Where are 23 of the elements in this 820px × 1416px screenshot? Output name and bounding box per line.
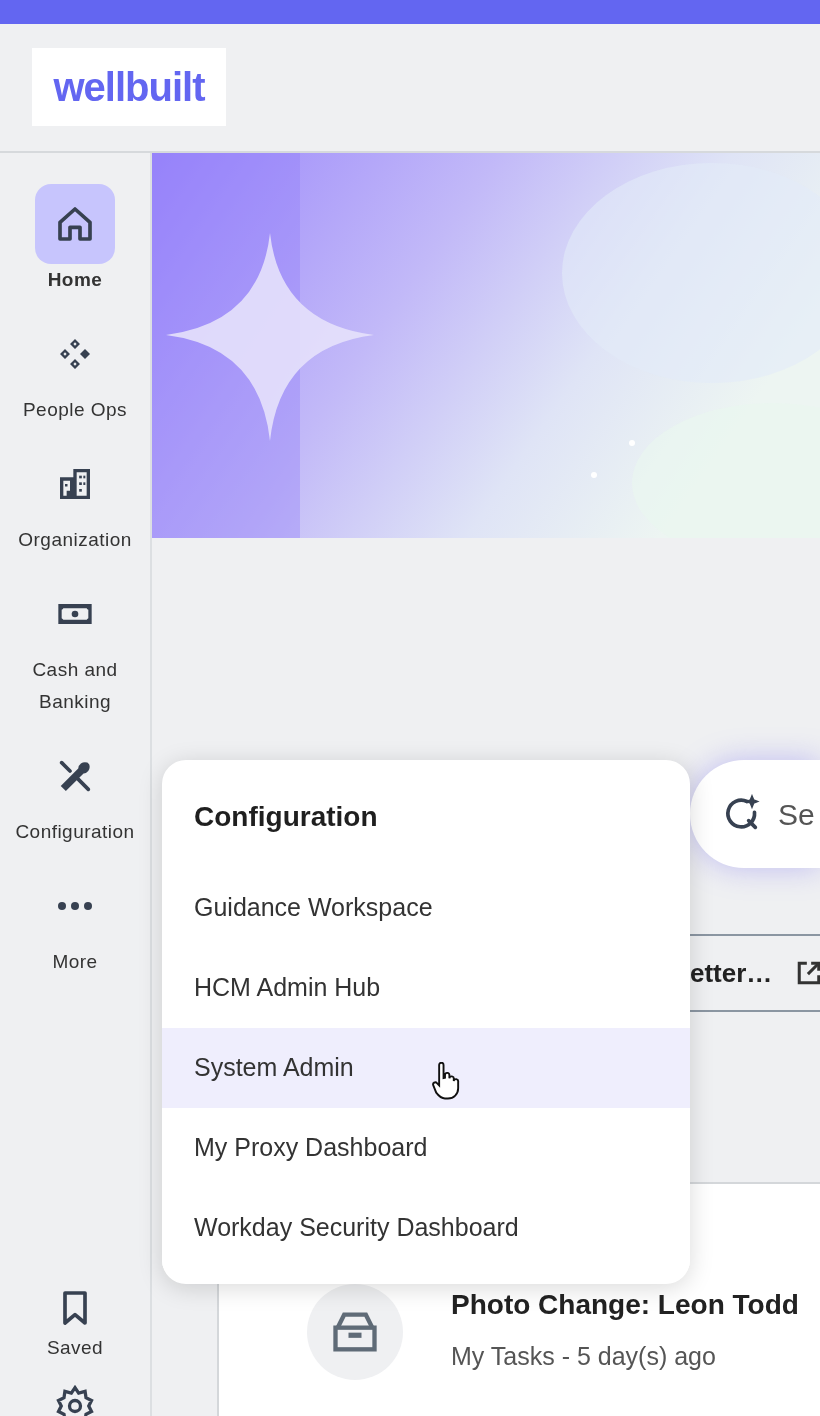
sidebar-item[interactable]: Configuration bbox=[8, 736, 142, 848]
menu-item[interactable]: Guidance Workspace bbox=[162, 868, 690, 948]
task-title[interactable]: Photo Change: Leon Todd bbox=[451, 1284, 799, 1326]
logo[interactable]: wellbuilt bbox=[32, 48, 226, 126]
sidebar-item[interactable]: Organization bbox=[8, 444, 142, 556]
menu-item[interactable]: Workday Security Dashboard bbox=[162, 1188, 690, 1268]
sidebar-item[interactable]: Cash and Banking bbox=[8, 574, 142, 718]
task-subtitle: My Tasks - 5 day(s) ago bbox=[451, 1341, 717, 1372]
sidebar-item[interactable]: Saved bbox=[46, 1288, 104, 1368]
home-icon bbox=[55, 204, 95, 244]
sidebar-item[interactable]: More bbox=[8, 866, 142, 978]
pointer-cursor-icon bbox=[430, 1062, 460, 1100]
external-link-icon[interactable] bbox=[796, 960, 820, 986]
sidebar-item[interactable]: People Ops bbox=[8, 314, 142, 426]
menu-item[interactable]: HCM Admin Hub bbox=[162, 948, 690, 1028]
menu-item[interactable]: System Admin bbox=[162, 1028, 690, 1108]
card-title: etter… bbox=[690, 956, 773, 990]
menu-title: Configuration bbox=[193, 800, 379, 834]
sidebar-item[interactable]: Home bbox=[8, 184, 142, 296]
more-icon bbox=[55, 900, 95, 912]
menu-item[interactable]: My Proxy Dashboard bbox=[162, 1108, 690, 1188]
search-field[interactable]: Se bbox=[690, 760, 820, 868]
search-placeholder: Se bbox=[778, 796, 815, 833]
